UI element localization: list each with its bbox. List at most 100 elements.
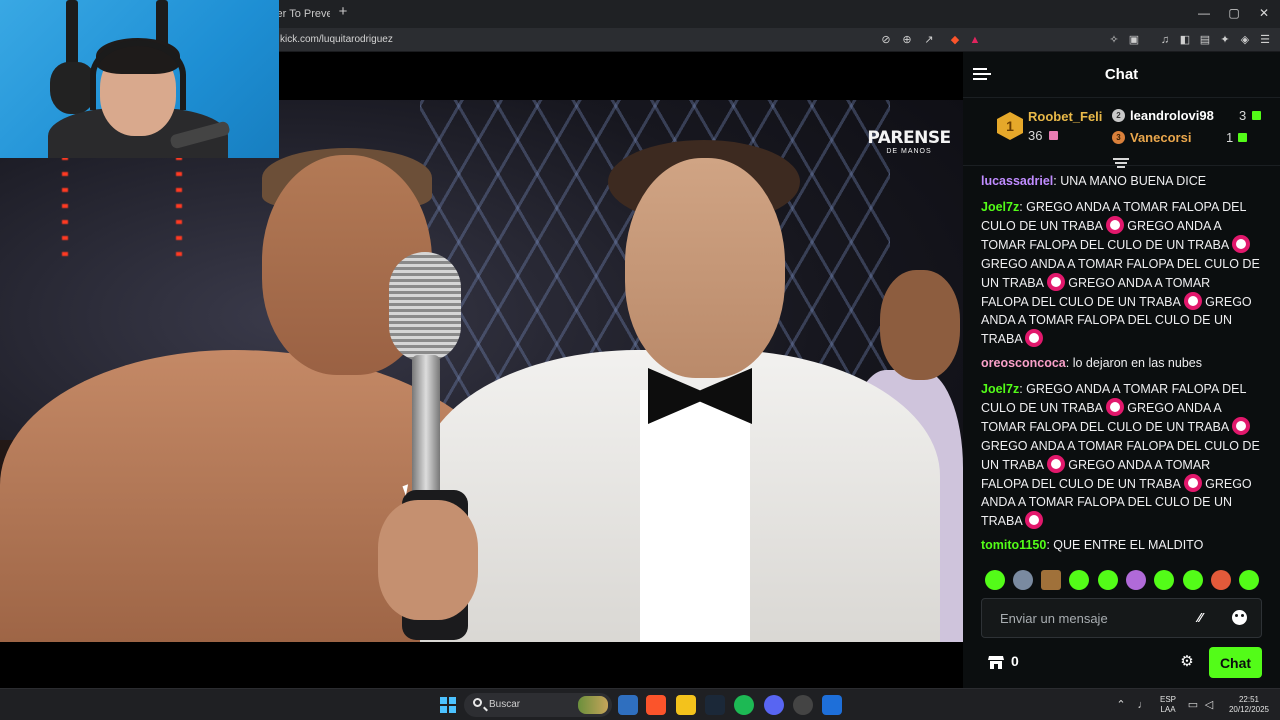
rank-3-badge: 3 <box>1112 131 1125 144</box>
leaderboard-name-3[interactable]: Vanecorsi <box>1130 130 1191 145</box>
expand-leaderboard-icon[interactable] <box>1113 158 1129 170</box>
chat-message: tomito1150: QUE ENTRE EL MALDITO PERXITA… <box>981 538 1204 558</box>
leaderboard-count-2: 3 <box>1239 108 1247 123</box>
reading-list-icon[interactable]: ▤ <box>1196 31 1214 49</box>
emote-icon <box>1232 235 1251 254</box>
headset <box>90 40 186 110</box>
file-explorer-icon[interactable] <box>618 695 638 715</box>
chat-username[interactable]: Joel7z <box>981 382 1019 396</box>
new-tab-button[interactable]: + <box>334 4 352 22</box>
background-person-head <box>880 270 960 380</box>
webcam-overlay <box>0 0 279 158</box>
taskbar: Buscar ⌃ ♩ ESP LAA ▭ ◁ 22:51 20/12/2025 <box>0 688 1280 720</box>
sidebar-icon[interactable]: ◧ <box>1176 31 1194 49</box>
chat-username[interactable]: lucassadriel <box>981 174 1053 188</box>
spotify-icon[interactable] <box>734 695 754 715</box>
microphone <box>389 252 461 362</box>
app-icon[interactable] <box>822 695 842 715</box>
emote-icon <box>1046 454 1065 473</box>
emote-icon <box>1025 511 1044 530</box>
emote-button[interactable] <box>1239 570 1259 590</box>
commands-icon[interactable]: ⁄⁄ <box>1198 609 1218 627</box>
host-head <box>625 158 785 378</box>
rank-1-badge: 1 <box>997 112 1023 140</box>
chat-title: Chat <box>1104 66 1139 83</box>
quick-emote-bar <box>981 568 1271 592</box>
rank-2-badge: 2 <box>1112 109 1125 122</box>
brave-shield-icon[interactable]: ◆ <box>946 31 964 49</box>
search-highlight-image <box>578 696 608 714</box>
microphone-icon[interactable]: ♩ <box>1136 698 1150 712</box>
emote-button[interactable] <box>1126 570 1146 590</box>
host-shirt <box>640 390 750 642</box>
stage-lights <box>176 140 182 260</box>
emote-button[interactable] <box>1041 570 1061 590</box>
emote-button[interactable] <box>1183 570 1203 590</box>
rewards-icon[interactable]: ▲ <box>966 31 984 49</box>
steam-icon[interactable] <box>705 695 725 715</box>
emote-icon <box>1183 292 1202 311</box>
gift-leaderboard: 1 Roobet_Feli 36 2 leandrolovi98 3 3 Van… <box>963 98 1280 168</box>
chat-messages: lucassadriel: UNA MANO BUENA DICE Joel7z… <box>963 170 1280 558</box>
media-icon[interactable]: ♫ <box>1156 31 1174 49</box>
gift-icon <box>1238 133 1247 142</box>
clock[interactable]: 22:51 20/12/2025 <box>1222 695 1276 715</box>
emote-button[interactable] <box>1154 570 1174 590</box>
emote-icon <box>1232 417 1251 436</box>
event-logo: PARENSE DE MANOS <box>867 128 951 155</box>
zoom-icon[interactable]: ⊕ <box>898 31 916 49</box>
show-hidden-icons[interactable]: ⌃ <box>1114 698 1128 712</box>
discord-icon[interactable] <box>764 695 784 715</box>
emoji-picker-icon[interactable] <box>1232 610 1247 625</box>
wallet-icon[interactable]: ▣ <box>1125 31 1143 49</box>
channel-points: 0 <box>1011 653 1019 669</box>
volume-icon[interactable]: ◁ <box>1202 698 1216 712</box>
leaderboard-count-3: 1 <box>1226 130 1234 145</box>
leo-icon[interactable]: ✦ <box>1216 31 1234 49</box>
stage-lights <box>62 140 68 260</box>
url-field[interactable]: kick.com/luquitarodriguez <box>280 31 393 49</box>
emote-button[interactable] <box>1211 570 1231 590</box>
brave-icon[interactable] <box>646 695 666 715</box>
mute-icon[interactable]: ⊘ <box>877 31 895 49</box>
close-window-button[interactable]: ✕ <box>1250 4 1278 24</box>
emote-icon <box>1183 474 1202 493</box>
chatgpt-icon[interactable] <box>793 695 813 715</box>
chat-message: oreosconcoca: lo dejaron en las nubes <box>981 356 1202 370</box>
search-label: Buscar <box>489 699 521 710</box>
chat-message-input[interactable] <box>982 599 1192 637</box>
stream-video[interactable]: PARENSE DE MANOS <box>0 100 963 642</box>
minimize-button[interactable]: — <box>1190 4 1218 24</box>
emote-button[interactable] <box>1013 570 1033 590</box>
menu-icon[interactable]: ☰ <box>1256 31 1274 49</box>
send-chat-button[interactable]: Chat <box>1209 647 1262 678</box>
start-button[interactable] <box>440 697 456 713</box>
chat-message: lucassadriel: UNA MANO BUENA DICE <box>981 174 1207 188</box>
share-icon[interactable]: ↗ <box>920 31 938 49</box>
chat-header: Chat <box>963 52 1280 98</box>
search-icon <box>473 698 482 707</box>
chat-input-box: ⁄⁄ <box>981 598 1262 638</box>
emote-button[interactable] <box>985 570 1005 590</box>
extensions-icon[interactable]: ✧ <box>1105 31 1123 49</box>
chat-settings-icon[interactable]: ⚙ <box>1177 652 1197 672</box>
emote-button[interactable] <box>1098 570 1118 590</box>
maximize-button[interactable]: ▢ <box>1220 4 1248 24</box>
gift-icon <box>1252 111 1261 120</box>
leaderboard-name-1[interactable]: Roobet_Feli <box>1028 109 1102 124</box>
folder-icon[interactable] <box>676 695 696 715</box>
leaderboard-name-2[interactable]: leandrolovi98 <box>1130 108 1214 123</box>
language-indicator[interactable]: ESP LAA <box>1156 695 1180 715</box>
taskbar-search[interactable]: Buscar <box>464 693 612 717</box>
vpn-icon[interactable]: ◈ <box>1236 31 1254 49</box>
host-hand <box>378 500 478 620</box>
chat-message: Joel7z: GREGO ANDA A TOMAR FALOPA DEL CU… <box>981 382 1260 530</box>
chat-username[interactable]: Joel7z <box>981 200 1019 214</box>
chat-username[interactable]: tomito1150 <box>981 538 1046 552</box>
emote-button[interactable] <box>1069 570 1089 590</box>
store-icon[interactable] <box>988 654 1004 670</box>
chat-username[interactable]: oreosconcoca <box>981 356 1066 370</box>
gift-icon <box>1049 131 1058 140</box>
network-icon[interactable]: ▭ <box>1186 698 1200 712</box>
chat-footer: 0 ⚙ Chat <box>963 646 1280 680</box>
